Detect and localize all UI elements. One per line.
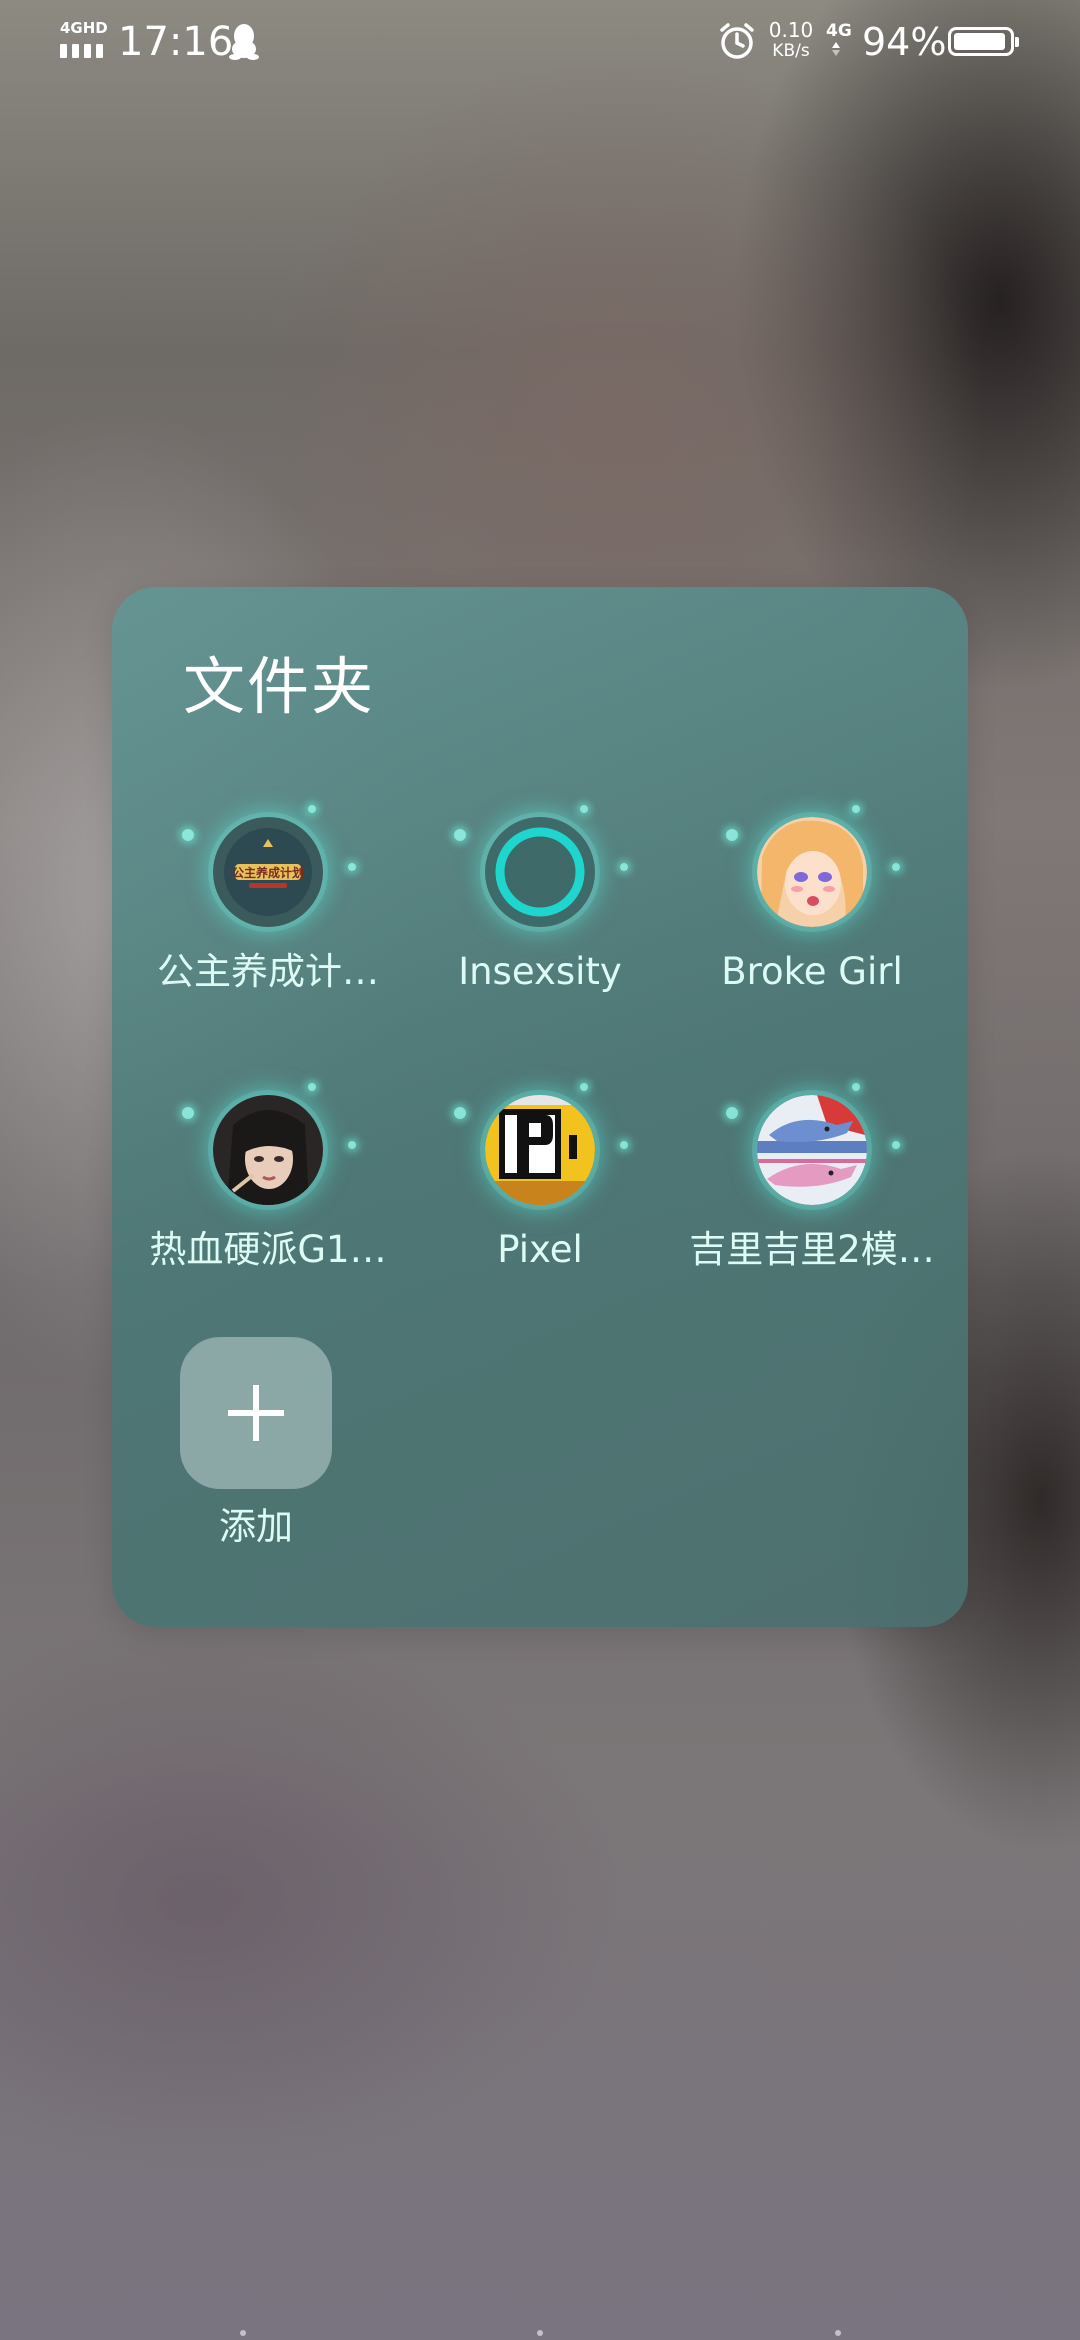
app-hot-blood[interactable]: 热血硬派G1… — [138, 1083, 398, 1295]
net-type-icon: 4G — [826, 22, 856, 62]
net-type-label: 4G — [826, 21, 852, 41]
status-bar: 4GHD 17:16 0.10 KB/s 4G 94% — [0, 0, 1080, 84]
network-speed: 0.10 KB/s — [766, 20, 816, 62]
app-kirikiri[interactable]: 吉里吉里2模… — [682, 1083, 942, 1295]
clock: 17:16 — [118, 19, 234, 65]
speed-unit: KB/s — [772, 41, 810, 61]
hot-blood-icon[interactable] — [213, 1095, 323, 1205]
insexsity-ring-icon[interactable] — [485, 817, 595, 927]
add-button[interactable] — [180, 1337, 332, 1489]
pixel-p-icon[interactable] — [485, 1095, 595, 1205]
add-label: 添加 — [219, 1505, 293, 1548]
broke-girl-icon[interactable] — [757, 817, 867, 927]
battery-icon — [948, 27, 1019, 56]
app-label: 热血硬派G1… — [149, 1228, 387, 1271]
network-label: 4GHD — [60, 19, 108, 37]
app-insexsity[interactable]: Insexsity — [410, 805, 670, 1017]
app-label: Broke Girl — [721, 950, 903, 993]
signal-icon: 4GHD — [60, 20, 108, 58]
page-indicator-dot — [537, 2330, 543, 2336]
qq-icon — [229, 22, 259, 62]
alarm-icon — [718, 22, 756, 60]
page-indicator-dot — [835, 2330, 841, 2336]
princess-maker-icon[interactable]: 公主养成计划 — [213, 817, 323, 927]
plus-icon — [228, 1385, 284, 1441]
app-label: Pixel — [497, 1228, 583, 1271]
kirikiri-icon[interactable] — [757, 1095, 867, 1205]
app-broke-girl[interactable]: Broke Girl — [682, 805, 942, 1017]
app-princess-maker[interactable]: 公主养成计划 公主养成计… — [138, 805, 398, 1017]
folder-title[interactable]: 文件夹 — [183, 647, 375, 727]
battery-percent: 94% — [862, 20, 947, 64]
battery-fill — [954, 33, 1005, 50]
speed-value: 0.10 — [768, 18, 814, 42]
app-label: 公主养成计… — [157, 950, 379, 993]
app-label: Insexsity — [458, 950, 622, 993]
app-label: 吉里吉里2模… — [689, 1228, 935, 1271]
app-pixel[interactable]: Pixel — [410, 1083, 670, 1295]
svg-text:公主养成计划: 公主养成计划 — [232, 865, 304, 880]
page-indicator-dot — [240, 2330, 246, 2336]
folder-panel: 文件夹 公主养成计划 公主养成计… Insexsity Broke Girl 热… — [112, 587, 968, 1627]
